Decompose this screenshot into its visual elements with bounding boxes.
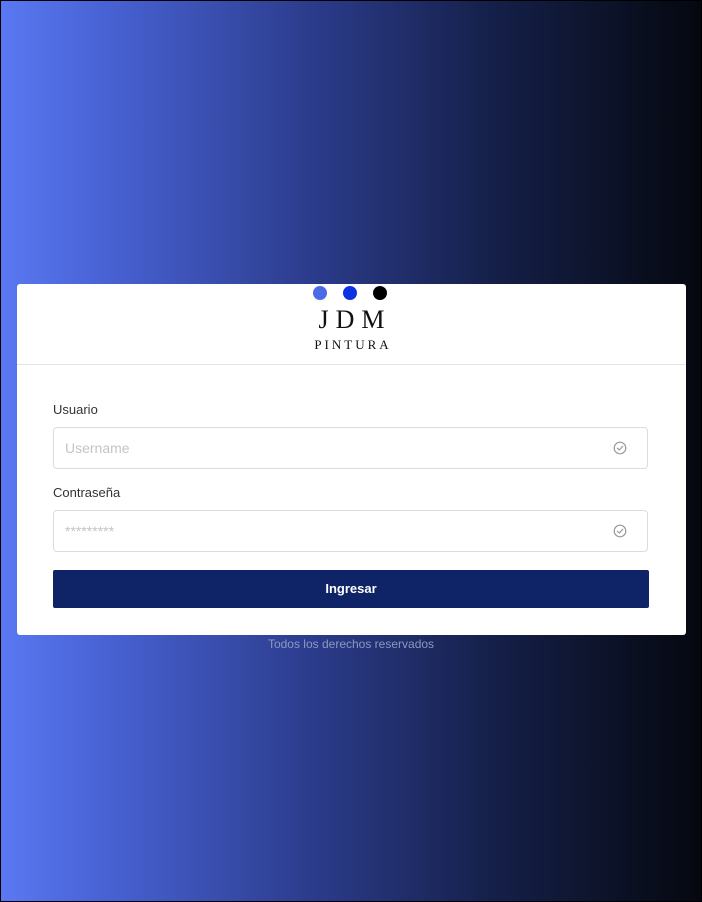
- brand-dot-3: [373, 286, 387, 300]
- password-input[interactable]: [54, 511, 605, 551]
- header-divider: [17, 364, 686, 365]
- logo-title: JDM: [318, 305, 392, 334]
- logo-subtitle: PINTURA: [314, 337, 392, 352]
- brand-dot-2: [343, 286, 357, 300]
- login-button[interactable]: Ingresar: [53, 570, 649, 608]
- check-circle-icon: [613, 441, 627, 455]
- copyright-footer: Todos los derechos reservados: [267, 637, 435, 651]
- login-card: JDM PINTURA Usuario Contraseña Ingresar: [17, 284, 686, 635]
- brand-dots: [313, 286, 391, 301]
- password-label: Contraseña: [53, 485, 121, 500]
- username-input[interactable]: [54, 428, 605, 468]
- username-label: Usuario: [53, 402, 98, 417]
- password-field-wrapper: [53, 510, 648, 552]
- username-field-wrapper: [53, 427, 648, 469]
- brand-dot-1: [313, 286, 327, 300]
- background: JDM PINTURA Usuario Contraseña Ingresar …: [0, 0, 702, 902]
- check-circle-icon: [613, 524, 627, 538]
- card-header: JDM PINTURA: [17, 284, 686, 364]
